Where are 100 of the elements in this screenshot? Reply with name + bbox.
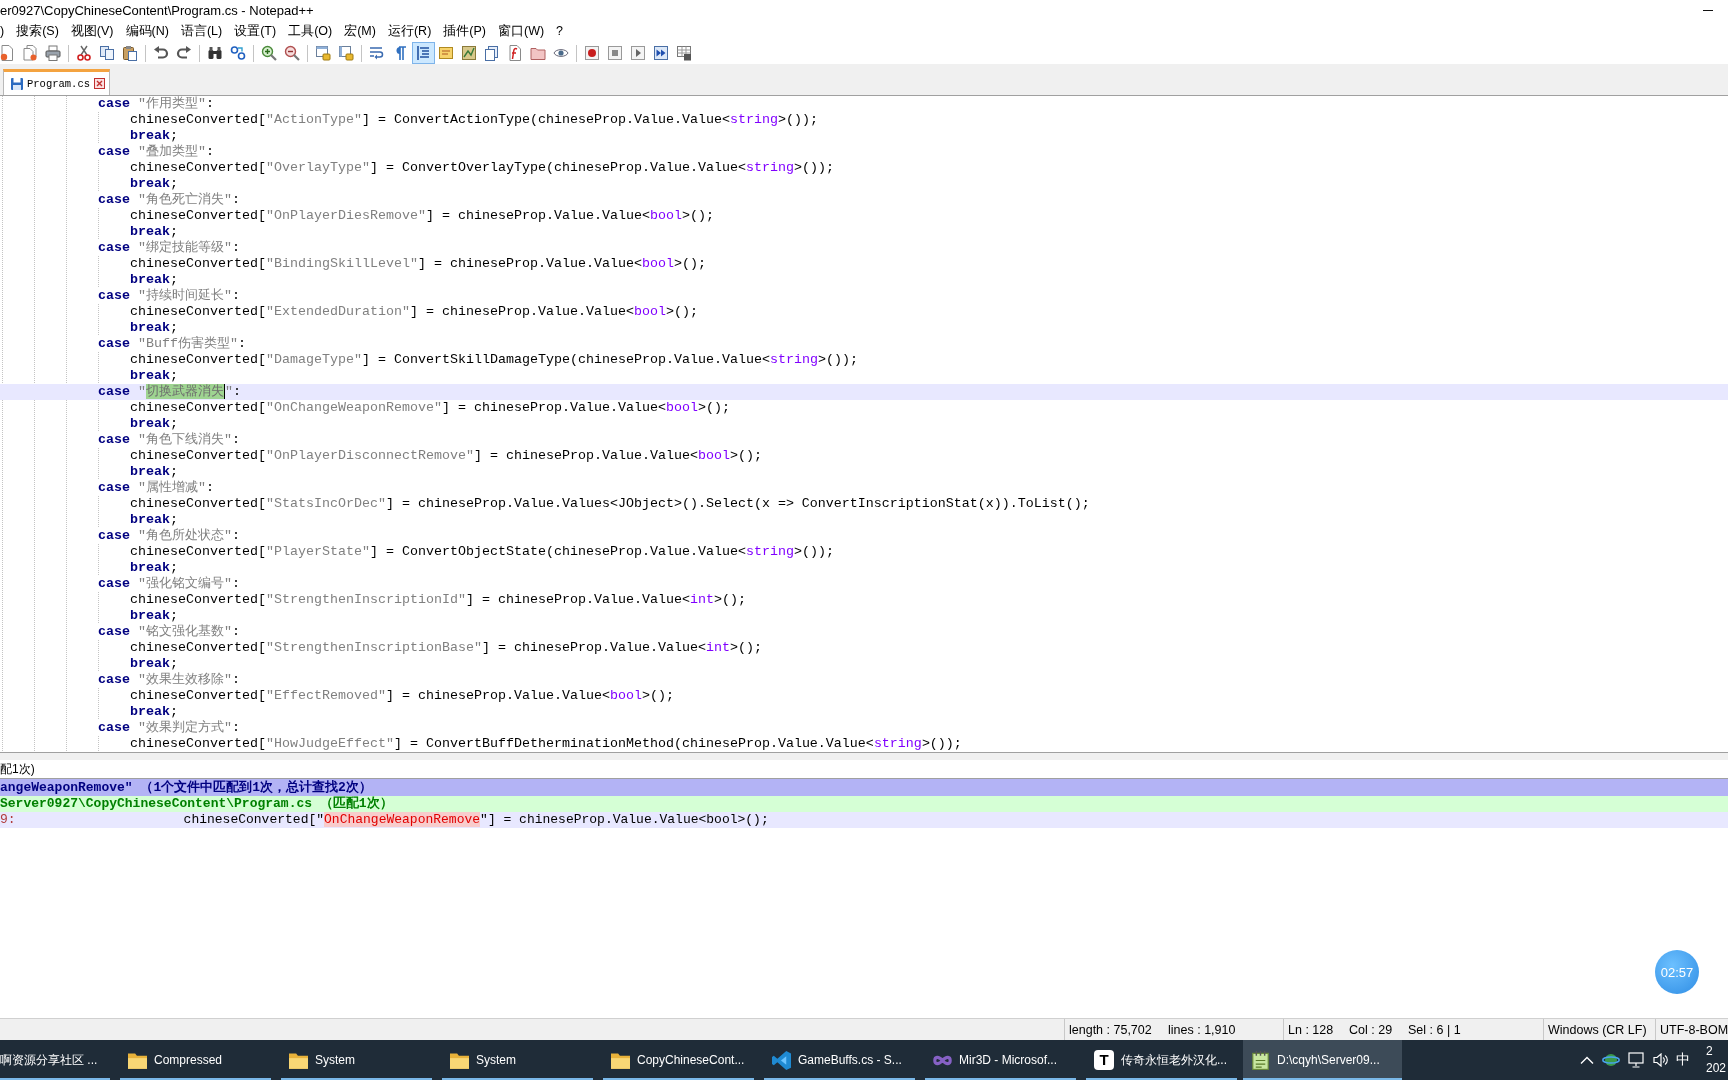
code-line: chineseConverted["PlayerState"] = ConvertObjectState(chineseProp.Value.Value<string>());	[130, 544, 834, 560]
code-line: break;	[130, 704, 178, 720]
code-line: chineseConverted["OnChangeWeaponRemove"] = chineseProp.Value.Value<bool>();	[130, 400, 730, 416]
code-line: chineseConverted["StrengthenInscriptionId"] = chineseProp.Value.Value<int>();	[130, 592, 746, 608]
binoculars-icon	[207, 45, 223, 61]
word-wrap-icon	[369, 45, 385, 61]
cursor-line: Ln : 128	[1288, 1022, 1335, 1037]
file-path-result[interactable]: Server0927\CopyChineseContent\Program.cs （匹配1次）	[0, 796, 393, 811]
menu-item[interactable]: 语言(L)	[174, 22, 229, 40]
folder-icon	[530, 45, 546, 61]
document-icon	[0, 45, 15, 61]
code-line: case "Buff伤害类型":	[98, 336, 246, 352]
chevron-up-icon[interactable]	[1579, 1056, 1594, 1064]
scissors-icon	[76, 45, 92, 61]
cursor-column: Col : 29	[1349, 1022, 1408, 1037]
window-lock-icon	[315, 45, 331, 61]
taskbar-button[interactable]: System	[281, 1040, 432, 1080]
code-line: case "作用类型":	[98, 96, 214, 112]
selection-info: Sel : 6 | 1	[1408, 1022, 1461, 1037]
window-title: er0927\CopyChineseContent\Program.cs - Notepad++	[0, 2, 314, 18]
menu-item[interactable]: 运行(R)	[381, 22, 438, 40]
note-icon	[438, 45, 454, 61]
folder-icon	[450, 1050, 469, 1070]
record-icon	[584, 45, 600, 61]
minimize-icon[interactable]	[1703, 9, 1713, 11]
ribbon-icon	[772, 1050, 791, 1070]
encoding: UTF-8-BOM	[1660, 1022, 1728, 1037]
zoom-out-icon	[284, 45, 300, 61]
code-line: break;	[130, 272, 178, 288]
taskbar-button[interactable]: Compressed	[120, 1040, 271, 1080]
menu-item[interactable]: 编码(N)	[119, 22, 175, 40]
code-line: chineseConverted["HowJudgeEffect"] = ConvertBuffDetherminationMethod(chineseProp.Value.Value<string>());	[130, 736, 962, 752]
code-line: case "叠加类型":	[98, 144, 214, 160]
taskbar-button[interactable]: T 传奇永恒老外汉化...	[1086, 1040, 1237, 1080]
code-line: chineseConverted["BindingSkillLevel"] = chineseProp.Value.Value<bool>();	[130, 256, 706, 272]
code-line: case "属性增减":	[98, 480, 214, 496]
window-lock-icon	[338, 45, 354, 61]
code-line: chineseConverted["StatsIncOrDec"] = chineseProp.Value.Values<JObject>().Select(x => ConvertInscriptionStat(x)).ToList();	[130, 496, 1090, 512]
zoom-in-icon	[261, 45, 277, 61]
taskbar-button[interactable]: D:\cqyh\Server09...	[1243, 1040, 1402, 1080]
folder-icon	[128, 1050, 147, 1070]
menu-item[interactable]: 宏(M)	[338, 22, 382, 40]
menu-item[interactable]: 工具(O)	[282, 22, 339, 40]
code-line: case "效果生效移除":	[98, 672, 240, 688]
code-line: case "持续时间延长":	[98, 288, 240, 304]
clipboard-icon	[122, 45, 138, 61]
code-line: case "效果判定方式":	[98, 720, 240, 736]
line-number: 9:	[0, 812, 16, 828]
code-line: case "切换武器消失":	[98, 384, 241, 400]
play-icon	[630, 45, 646, 61]
redo-icon	[176, 45, 192, 61]
folder-icon	[611, 1050, 630, 1070]
clock-date[interactable]: 202	[1705, 1060, 1726, 1077]
indent-guide-icon	[415, 45, 431, 61]
documents-icon	[484, 45, 500, 61]
code-line: break;	[130, 128, 178, 144]
input-method-indicator[interactable]: 中	[1675, 1051, 1690, 1069]
fast-forward-icon	[653, 45, 669, 61]
menu-item[interactable]: 视图(V)	[64, 22, 120, 40]
menu-item[interactable]: 插件(P)	[437, 22, 492, 40]
clock-time[interactable]: 2	[1705, 1043, 1726, 1060]
notepad-icon	[1251, 1050, 1270, 1070]
code-line: case "角色所处状态":	[98, 528, 240, 544]
documents-icon	[22, 45, 38, 61]
globe-icon[interactable]	[1601, 1052, 1620, 1068]
menu-item[interactable]: 搜索(S)	[10, 22, 65, 40]
code-line: chineseConverted["ActionType"] = ConvertActionType(chineseProp.Value.Value<string>());	[130, 112, 818, 128]
code-line: chineseConverted["OnPlayerDiesRemove"] = chineseProp.Value.Value<bool>();	[130, 208, 714, 224]
line-count: lines : 1,910	[1168, 1022, 1236, 1037]
search-summary: angeWeaponRemove" （1个文件中匹配到1次，总计查找2次）	[0, 780, 372, 795]
folder-icon	[289, 1050, 308, 1070]
file-length: length : 75,702	[1069, 1022, 1153, 1037]
grid-icon	[676, 45, 692, 61]
menu-item[interactable]: 窗口(W)	[491, 22, 551, 40]
code-line: chineseConverted["OverlayType"] = ConvertOverlayType(chineseProp.Value.Value<string>());	[130, 160, 834, 176]
code-line: chineseConverted["OnPlayerDisconnectRemove"] = chineseProp.Value.Value<bool>();	[130, 448, 762, 464]
menu-item[interactable]: ?	[550, 22, 570, 40]
taskbar-button[interactable]: 啊资源分享社区 ...	[0, 1040, 110, 1080]
letter-tile-icon: T	[1094, 1050, 1114, 1070]
code-line: case "角色下线消失":	[98, 432, 240, 448]
file-tab[interactable]: Program.cs	[3, 69, 110, 95]
taskbar-button[interactable]: System	[442, 1040, 593, 1080]
undo-icon	[153, 45, 169, 61]
code-line: case "角色死亡消失":	[98, 192, 240, 208]
timer-badge: 02:57	[1655, 950, 1699, 994]
replace-icon	[230, 45, 246, 61]
code-line: chineseConverted["StrengthenInscriptionBase"] = chineseProp.Value.Value<int>();	[130, 640, 762, 656]
taskbar-button[interactable]: GameBuffs.cs - S...	[764, 1040, 915, 1080]
search-result-line[interactable]: chineseConverted["OnChangeWeaponRemove"] = chineseProp.Value.Value<bool>();	[183, 812, 769, 828]
monitor-icon[interactable]	[1627, 1052, 1645, 1068]
taskbar-button[interactable]: Mir3D - Microsof...	[925, 1040, 1076, 1080]
code-line: break;	[130, 320, 178, 336]
close-icon[interactable]	[94, 78, 105, 89]
code-line: chineseConverted["EffectRemoved"] = chineseProp.Value.Value<bool>();	[130, 688, 674, 704]
menu-item[interactable]: 设置(T)	[228, 22, 283, 40]
taskbar-button[interactable]: CopyChineseCont...	[603, 1040, 754, 1080]
code-line: break;	[130, 512, 178, 528]
speaker-icon[interactable]	[1652, 1053, 1668, 1067]
menu-item[interactable]: )	[0, 22, 11, 40]
code-line: break;	[130, 224, 178, 240]
